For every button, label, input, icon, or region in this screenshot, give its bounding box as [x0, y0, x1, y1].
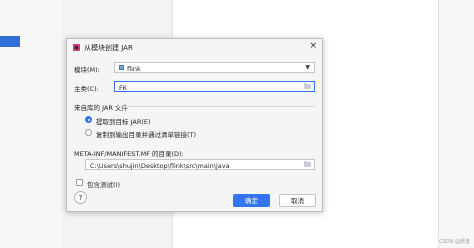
module-select[interactable]: flink ▼: [114, 62, 315, 73]
close-icon[interactable]: ×: [309, 41, 317, 51]
section-divider: [117, 106, 315, 107]
module-icon: [119, 65, 124, 70]
dialog-titlebar: 从模块创建 JAR ×: [67, 39, 322, 56]
app-icon: [73, 44, 80, 51]
include-tests-label[interactable]: 包含测试(I): [87, 179, 120, 189]
radio-extract-label[interactable]: 提取到目标 JAR(E): [96, 116, 151, 126]
manifest-dir-value: C:\Users\shujin\Desktop\flink\src\main\j…: [90, 161, 230, 170]
help-icon[interactable]: ?: [74, 191, 87, 204]
cancel-button[interactable]: 取消: [279, 194, 316, 207]
radio-extract[interactable]: [85, 116, 92, 123]
right-panel: [438, 0, 474, 248]
manifest-dir-input[interactable]: C:\Users\shujin\Desktop\flink\src\main\j…: [85, 159, 315, 170]
chevron-down-icon[interactable]: ▼: [305, 64, 310, 71]
ok-button[interactable]: 确定: [233, 194, 270, 207]
include-tests-checkbox[interactable]: [76, 179, 83, 186]
module-label: 模块(M):: [74, 66, 100, 74]
folder-icon[interactable]: [304, 161, 311, 167]
folder-icon[interactable]: [304, 83, 311, 89]
radio-copy-label[interactable]: 复制到输出目录并通过清单链接(T): [96, 129, 196, 139]
main-class-input[interactable]: FK: [114, 81, 315, 92]
dialog-title: 从模块创建 JAR: [84, 44, 133, 52]
sidebar-selected-item[interactable]: [0, 36, 20, 47]
main-class-label: 主类(C):: [74, 85, 99, 93]
create-jar-dialog: 从模块创建 JAR × 模块(M): flink ▼ 主类(C): FK 来自库…: [66, 38, 323, 212]
main-class-value: FK: [119, 83, 128, 92]
radio-copy[interactable]: [85, 129, 92, 136]
jar-section-label: 来自库的 JAR 文件: [74, 104, 128, 112]
watermark: CSDN @愿逢: [439, 239, 470, 245]
module-value: flink: [127, 64, 141, 73]
manifest-label: META-INF/MANIFEST.MF 的目录(D):: [74, 150, 184, 158]
